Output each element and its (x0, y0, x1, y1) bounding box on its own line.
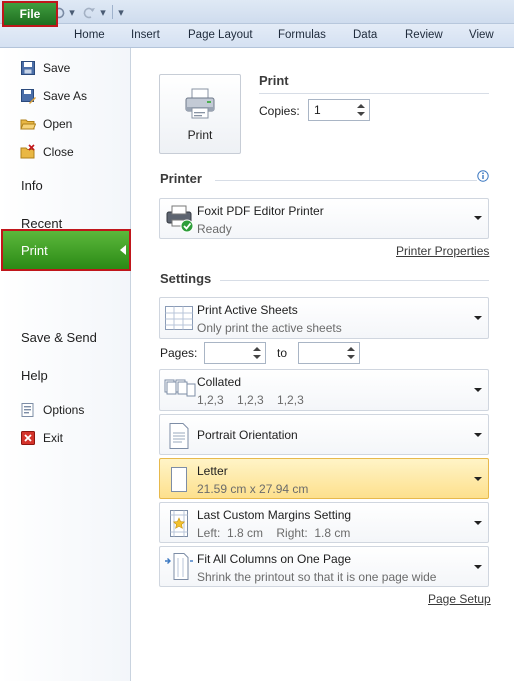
paper-size-title: Letter (197, 464, 228, 478)
collated-icon (164, 376, 196, 407)
nav-save-send[interactable]: Save & Send (0, 319, 131, 355)
fit-columns-icon (164, 551, 194, 586)
chevron-down-icon (474, 388, 482, 392)
nav-options-label: Options (43, 403, 85, 417)
chevron-down-icon (474, 433, 482, 437)
active-sheets-icon (164, 304, 194, 335)
selected-arrow-icon (120, 245, 126, 255)
printer-ready-icon (164, 203, 196, 238)
printer-name: Foxit PDF Editor Printer (197, 204, 324, 218)
customize-toolbar-icon[interactable]: ▾ (116, 3, 126, 21)
paper-size-select[interactable]: Letter 21.59 cm x 27.94 cm (159, 458, 489, 499)
custom-margins-icon (164, 508, 194, 543)
copies-value: 1 (314, 103, 321, 117)
margins-subtitle: Left: 1.8 cm Right: 1.8 cm (197, 526, 351, 540)
nav-save[interactable]: Save (0, 55, 131, 81)
nav-save-as[interactable]: Save As (0, 83, 131, 109)
paper-size-subtitle: 21.59 cm x 27.94 cm (197, 482, 309, 496)
info-icon[interactable] (477, 170, 489, 185)
spin-down-icon[interactable] (357, 112, 365, 116)
nav-help[interactable]: Help (0, 357, 131, 393)
letter-page-icon (164, 465, 194, 498)
print-button-label: Print (187, 128, 213, 142)
chevron-down-icon (474, 477, 482, 481)
chevron-down-icon (474, 521, 482, 525)
printer-select[interactable]: Foxit PDF Editor Printer Ready (159, 198, 489, 239)
print-heading-rule (259, 93, 489, 94)
chevron-down-icon (474, 316, 482, 320)
printer-heading-rule (215, 180, 477, 181)
pages-label: Pages: (160, 346, 198, 360)
tab-formulas[interactable]: Formulas (278, 29, 326, 41)
tab-file[interactable]: File (2, 1, 58, 27)
chevron-down-icon (474, 216, 482, 220)
open-folder-icon (20, 116, 37, 132)
chevron-down-icon (474, 565, 482, 569)
collation-title: Collated (197, 375, 242, 389)
print-what-select[interactable]: Print Active Sheets Only print the activ… (159, 297, 489, 339)
tab-home[interactable]: Home (74, 29, 105, 41)
print-what-title: Print Active Sheets (197, 303, 298, 317)
save-icon (20, 60, 36, 76)
undo-dropdown-icon[interactable]: ▾ (67, 3, 77, 21)
pages-to-input[interactable] (298, 342, 360, 364)
collation-select[interactable]: Collated 1,2,3 1,2,3 1,2,3 (159, 369, 489, 411)
printer-icon (183, 86, 217, 123)
page-setup-link[interactable]: Page Setup (428, 592, 491, 606)
nav-exit-label: Exit (43, 431, 64, 445)
nav-close-label: Close (43, 145, 74, 159)
nav-print[interactable]: Print (1, 229, 131, 271)
collation-subtitle: 1,2,3 1,2,3 1,2,3 (197, 393, 304, 407)
ribbon-tabs: Home Insert Page Layout Formulas Data Re… (0, 24, 514, 48)
portrait-orientation-icon (164, 421, 194, 454)
nav-info[interactable]: Info (0, 167, 131, 203)
options-icon (20, 402, 36, 418)
margins-select[interactable]: Last Custom Margins Setting Left: 1.8 cm… (159, 502, 489, 543)
printer-status: Ready (197, 222, 232, 236)
print-heading: Print (259, 73, 289, 88)
nav-open-label: Open (43, 117, 73, 131)
spin-up-icon[interactable] (253, 347, 261, 351)
nav-close[interactable]: Close (0, 139, 131, 165)
tab-insert[interactable]: Insert (131, 29, 160, 41)
orientation-select[interactable]: Portrait Orientation (159, 414, 489, 455)
copies-input[interactable]: 1 (308, 99, 370, 121)
spin-up-icon[interactable] (357, 104, 365, 108)
close-folder-icon (20, 144, 36, 160)
pages-to-label: to (277, 346, 288, 360)
tab-page-layout[interactable]: Page Layout (188, 29, 253, 41)
nav-save-as-label: Save As (43, 89, 88, 103)
nav-open[interactable]: Open (0, 111, 131, 137)
title-bar: X ▾ ▾ ▾ (0, 0, 514, 24)
settings-heading: Settings (160, 271, 212, 286)
nav-save-label: Save (43, 61, 71, 75)
nav-print-label: Print (21, 242, 48, 258)
tab-view[interactable]: View (469, 29, 494, 41)
printer-properties-link[interactable]: Printer Properties (396, 244, 489, 258)
spin-up-icon[interactable] (347, 347, 355, 351)
backstage-nav: Save Save As Open Close Info Recent New … (0, 48, 131, 681)
spin-down-icon[interactable] (347, 355, 355, 359)
save-as-icon (20, 88, 36, 104)
printer-heading: Printer (160, 171, 202, 186)
scaling-title: Fit All Columns on One Page (197, 552, 352, 566)
print-what-subtitle: Only print the active sheets (197, 321, 342, 335)
redo-icon[interactable] (81, 3, 97, 21)
scaling-select[interactable]: Fit All Columns on One Page Shrink the p… (159, 546, 489, 587)
tab-data[interactable]: Data (353, 29, 377, 41)
copies-label: Copies: (259, 104, 300, 118)
scaling-subtitle: Shrink the printout so that it is one pa… (197, 570, 437, 584)
orientation-title: Portrait Orientation (197, 428, 298, 442)
pages-from-input[interactable] (204, 342, 266, 364)
spin-down-icon[interactable] (253, 355, 261, 359)
exit-icon (20, 430, 36, 446)
redo-dropdown-icon[interactable]: ▾ (98, 3, 108, 21)
print-button[interactable]: Print (159, 74, 241, 154)
settings-heading-rule (220, 280, 489, 281)
tab-review[interactable]: Review (405, 29, 443, 41)
nav-exit[interactable]: Exit (0, 425, 131, 451)
margins-title: Last Custom Margins Setting (197, 508, 352, 522)
nav-options[interactable]: Options (0, 397, 131, 423)
toolbar-divider (112, 5, 113, 19)
